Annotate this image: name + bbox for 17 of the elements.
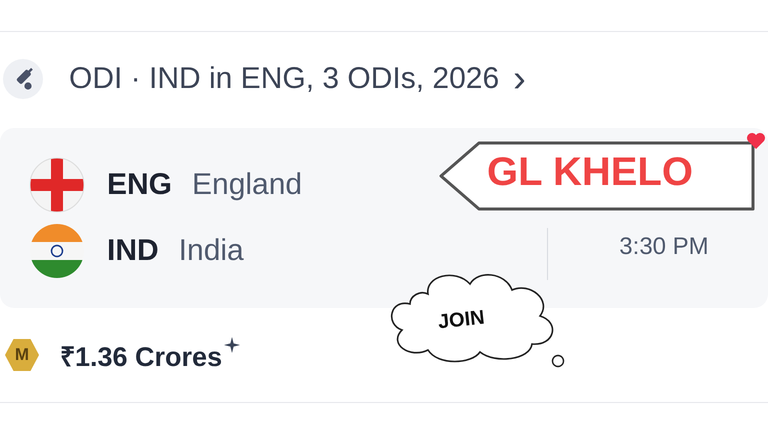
flag-icon [29,223,85,279]
start-time: 3:30 PM [619,233,709,261]
cricket-bat-icon [3,58,43,98]
heart-icon [746,132,766,150]
thought-bubble-overlay [551,354,565,368]
join-text: JOIN [436,306,486,334]
sign-text: GL KHELO [487,150,693,195]
match-title[interactable]: ODI · IND in ENG, 3 ODIs, 2026 [69,62,500,96]
team-code: ENG [107,168,172,202]
flag-icon [29,157,85,213]
chevron-icon[interactable]: › [513,60,526,98]
sparkle-icon [224,337,240,353]
prize-amount: ₹1.36 Crores [60,340,222,374]
prize-badge: M [5,338,39,372]
team-code: IND [107,234,159,268]
team-name: England [192,168,302,202]
team-name: India [178,234,244,268]
